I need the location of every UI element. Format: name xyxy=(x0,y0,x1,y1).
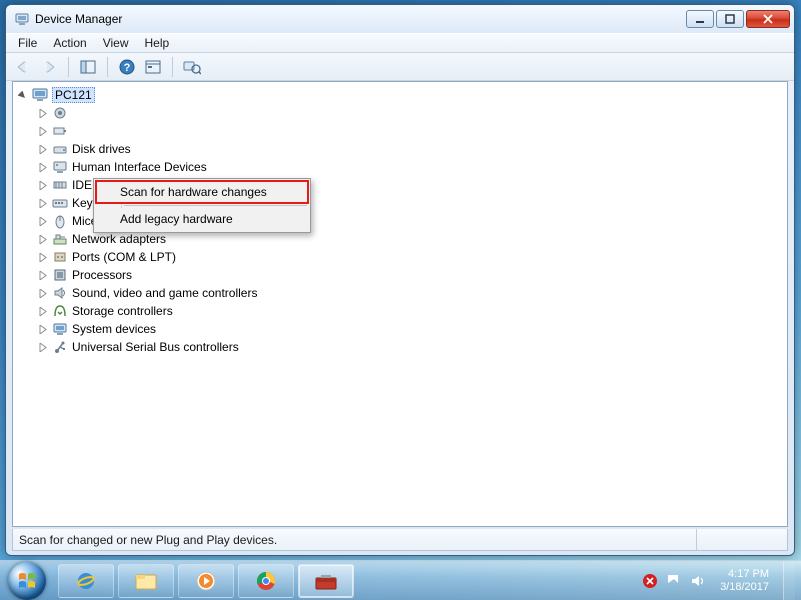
device-tree[interactable]: PC121 Disk drives Human Interface Devices… xyxy=(13,82,787,526)
tray-date: 3/18/2017 xyxy=(720,581,769,594)
tray-action-center-icon[interactable] xyxy=(666,573,682,589)
expand-icon[interactable] xyxy=(37,288,48,299)
tray-clock[interactable]: 4:17 PM 3/18/2017 xyxy=(714,568,775,594)
taskbar-items xyxy=(54,561,358,600)
tree-item[interactable]: Disk drives xyxy=(15,140,785,158)
toolbar: ? xyxy=(6,53,794,81)
tree-item[interactable]: Storage controllers xyxy=(15,302,785,320)
maximize-button[interactable] xyxy=(716,10,744,28)
port-icon xyxy=(52,249,68,265)
taskbar: 4:17 PM 3/18/2017 xyxy=(0,560,801,600)
ctx-scan-hardware[interactable]: Scan for hardware changes xyxy=(96,181,308,203)
task-chrome[interactable] xyxy=(238,564,294,598)
system-icon xyxy=(52,321,68,337)
tree-item-label: Network adapters xyxy=(72,232,166,246)
menubar: File Action View Help xyxy=(6,33,794,53)
tree-root[interactable]: PC121 xyxy=(15,86,785,104)
menu-file[interactable]: File xyxy=(10,34,45,52)
back-button[interactable] xyxy=(12,56,34,78)
hid-icon xyxy=(52,159,68,175)
window-title: Device Manager xyxy=(35,12,122,26)
ide-icon xyxy=(52,177,68,193)
ctx-item-label: Scan for hardware changes xyxy=(120,185,267,199)
help-button[interactable]: ? xyxy=(116,56,138,78)
expand-icon[interactable] xyxy=(37,270,48,281)
tray-antivirus-icon[interactable] xyxy=(642,573,658,589)
device-manager-window: Device Manager File Action View Help xyxy=(5,4,795,556)
console-tree-button[interactable] xyxy=(77,56,99,78)
statusbar: Scan for changed or new Plug and Play de… xyxy=(12,529,788,551)
menu-action[interactable]: Action xyxy=(45,34,94,52)
status-text: Scan for changed or new Plug and Play de… xyxy=(13,533,696,547)
tray-time: 4:17 PM xyxy=(720,568,769,581)
menu-view[interactable]: View xyxy=(95,34,137,52)
svg-text:?: ? xyxy=(124,62,131,74)
expand-icon[interactable] xyxy=(37,144,48,155)
gear-icon xyxy=(52,105,68,121)
titlebar[interactable]: Device Manager xyxy=(6,5,794,33)
context-menu-separator xyxy=(124,205,307,206)
battery-icon xyxy=(52,123,68,139)
tree-item-label: Sound, video and game controllers xyxy=(72,286,257,300)
computer-icon xyxy=(32,87,48,103)
expand-icon[interactable] xyxy=(37,198,48,209)
usb-icon xyxy=(52,339,68,355)
tray-volume-icon[interactable] xyxy=(690,573,706,589)
expand-icon[interactable] xyxy=(37,108,48,119)
drive-icon xyxy=(52,141,68,157)
properties-button[interactable] xyxy=(142,56,164,78)
tree-item[interactable]: Universal Serial Bus controllers xyxy=(15,338,785,356)
scan-hardware-button[interactable] xyxy=(181,56,203,78)
tree-root-label: PC121 xyxy=(55,88,92,102)
tree-item-truncated-0[interactable] xyxy=(15,104,785,122)
task-explorer[interactable] xyxy=(118,564,174,598)
expand-icon[interactable] xyxy=(37,324,48,335)
expand-icon[interactable] xyxy=(37,252,48,263)
start-button[interactable] xyxy=(0,561,54,600)
system-tray: 4:17 PM 3/18/2017 xyxy=(632,561,801,600)
keyboard-icon xyxy=(52,195,68,211)
mouse-icon xyxy=(52,213,68,229)
ctx-item-label: Add legacy hardware xyxy=(120,212,233,226)
processor-icon xyxy=(52,267,68,283)
minimize-button[interactable] xyxy=(686,10,714,28)
tree-item-label: Disk drives xyxy=(72,142,131,156)
tree-item-label: Ports (COM & LPT) xyxy=(72,250,176,264)
expand-icon[interactable] xyxy=(37,234,48,245)
collapse-icon[interactable] xyxy=(17,90,28,101)
show-desktop-button[interactable] xyxy=(783,561,795,600)
expand-icon[interactable] xyxy=(37,342,48,353)
menu-help[interactable]: Help xyxy=(137,34,178,52)
network-icon xyxy=(52,231,68,247)
windows-logo-icon xyxy=(8,562,46,600)
tree-item[interactable]: System devices xyxy=(15,320,785,338)
tree-item[interactable]: Human Interface Devices xyxy=(15,158,785,176)
ctx-add-legacy[interactable]: Add legacy hardware xyxy=(96,208,308,230)
storage-icon xyxy=(52,303,68,319)
tree-item-label: System devices xyxy=(72,322,156,336)
expand-icon[interactable] xyxy=(37,126,48,137)
task-wmp[interactable] xyxy=(178,564,234,598)
tree-item-label: Storage controllers xyxy=(72,304,173,318)
tree-item[interactable]: Processors xyxy=(15,266,785,284)
expand-icon[interactable] xyxy=(37,180,48,191)
context-menu: Scan for hardware changes Add legacy har… xyxy=(93,178,311,233)
tree-item[interactable]: Sound, video and game controllers xyxy=(15,284,785,302)
content-frame: PC121 Disk drives Human Interface Devices… xyxy=(12,81,788,527)
tree-item-label: Universal Serial Bus controllers xyxy=(72,340,239,354)
expand-icon[interactable] xyxy=(37,216,48,227)
sound-icon xyxy=(52,285,68,301)
close-button[interactable] xyxy=(746,10,790,28)
tree-item-label: Processors xyxy=(72,268,132,282)
tree-item-truncated-1[interactable] xyxy=(15,122,785,140)
expand-icon[interactable] xyxy=(37,306,48,317)
tree-item-label: Human Interface Devices xyxy=(72,160,207,174)
forward-button[interactable] xyxy=(38,56,60,78)
expand-icon[interactable] xyxy=(37,162,48,173)
device-manager-icon xyxy=(14,11,30,27)
task-toolbox[interactable] xyxy=(298,564,354,598)
tree-item[interactable]: Ports (COM & LPT) xyxy=(15,248,785,266)
task-ie[interactable] xyxy=(58,564,114,598)
